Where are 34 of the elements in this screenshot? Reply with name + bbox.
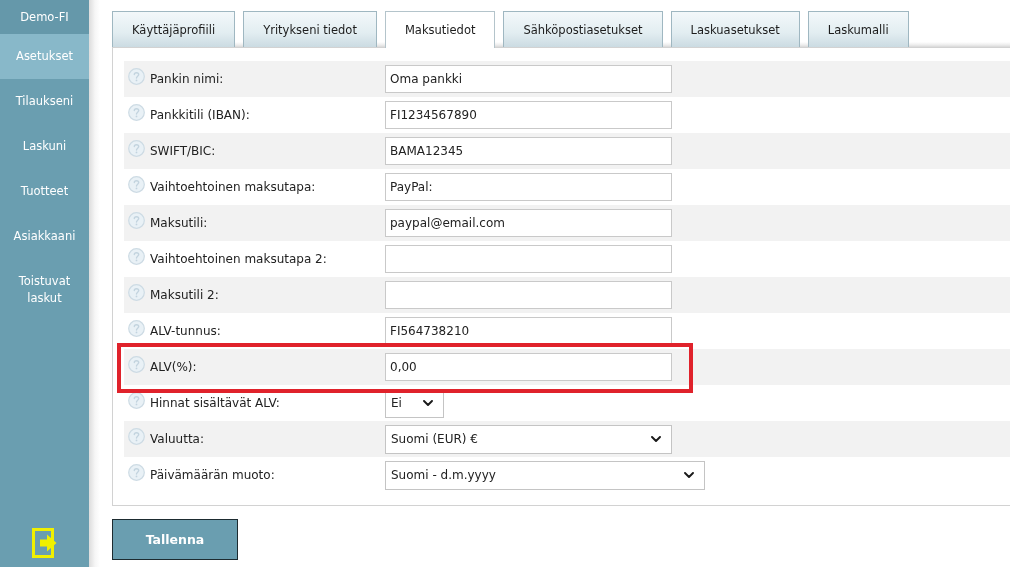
text-field[interactable]	[385, 245, 672, 273]
field-label: Pankkitili (IBAN):	[150, 108, 250, 122]
field-label: Vaihtoehtoinen maksutapa:	[150, 180, 316, 194]
text-field[interactable]: paypal@email.com	[385, 209, 672, 237]
tab[interactable]: Laskuasetukset	[670, 11, 800, 47]
field-label: ALV-tunnus:	[150, 324, 221, 338]
tab[interactable]: Käyttäjäprofiili	[112, 11, 236, 47]
field-label: ALV(%):	[150, 360, 197, 374]
dropdown[interactable]: Suomi - d.m.yyyy	[385, 460, 705, 490]
chevron-down-icon	[651, 436, 661, 442]
field-label: Maksutili 2:	[150, 288, 219, 302]
tab[interactable]: Yritykseni tiedot	[243, 11, 377, 47]
text-field[interactable]	[385, 281, 672, 309]
field-label: Päivämäärän muoto:	[150, 468, 275, 482]
field-label: Vaihtoehtoinen maksutapa 2:	[150, 252, 327, 266]
text-field[interactable]: FI1234567890	[385, 101, 672, 129]
field-label: SWIFT/BIC:	[150, 144, 216, 158]
field-label: Hinnat sisältävät ALV:	[150, 396, 280, 410]
chevron-down-icon	[684, 472, 694, 478]
text-field[interactable]: 0,00	[385, 353, 672, 381]
account-name: Demo-FI	[0, 0, 89, 34]
field-label: Maksutili:	[150, 216, 208, 230]
text-field[interactable]: Oma pankki	[385, 65, 672, 93]
tab[interactable]: Laskumalli	[807, 11, 909, 47]
field-label: Valuutta:	[150, 432, 204, 446]
chevron-down-icon	[423, 400, 433, 406]
tab[interactable]: Maksutiedot	[384, 11, 496, 48]
text-field[interactable]: FI564738210	[385, 317, 672, 345]
text-field[interactable]: BAMA12345	[385, 137, 672, 165]
dropdown[interactable]: Suomi (EUR) €	[385, 424, 672, 454]
tab[interactable]: Sähköpostiasetukset	[503, 11, 663, 47]
text-field[interactable]: PayPal:	[385, 173, 672, 201]
field-label: Pankin nimi:	[150, 72, 224, 86]
logout-icon[interactable]	[31, 528, 58, 558]
